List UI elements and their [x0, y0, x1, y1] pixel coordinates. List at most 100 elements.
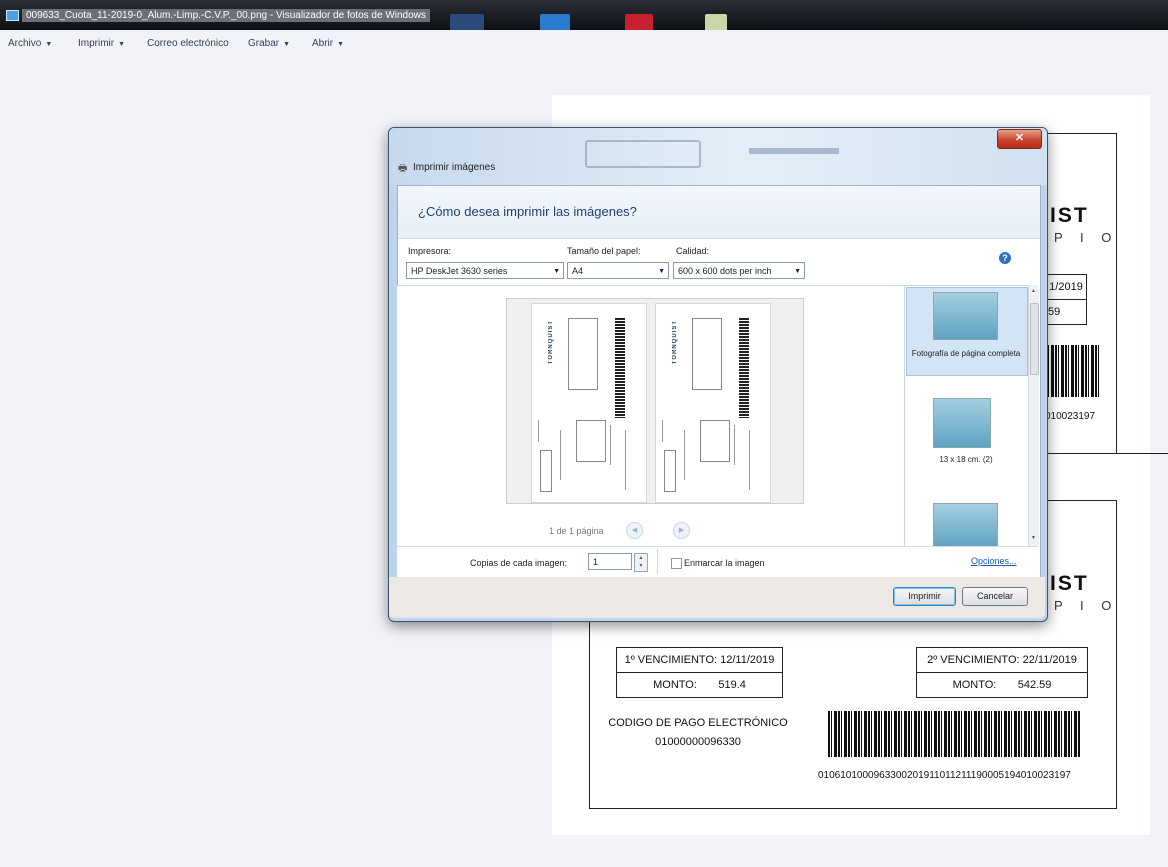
brand-subtext: P I O [1054, 230, 1119, 245]
preview-box [568, 318, 598, 390]
preview-text [610, 425, 611, 465]
copies-stepper[interactable]: ▲ ▼ [634, 553, 648, 572]
divider [1116, 500, 1117, 808]
menu-imprimir[interactable]: Imprimir ▼ [78, 38, 125, 49]
pago-code: 01000000096330 [655, 736, 741, 748]
vencimiento-2-row: 2º VENCIMIENTO: 22/11/2019 [927, 654, 1077, 666]
divider [1045, 500, 1117, 501]
preview-box [664, 450, 676, 492]
copies-label: Copias de cada imagen: [470, 558, 568, 568]
vencimiento-2-box: 2º VENCIMIENTO: 22/11/2019 MONTO: 542.59 [916, 647, 1088, 698]
copies-input[interactable]: 1 [588, 553, 632, 570]
preview-text [684, 430, 685, 480]
close-button[interactable]: ✕ [997, 129, 1042, 149]
chevron-down-icon: ▼ [118, 41, 126, 48]
stub-date: 1/2019 [1049, 281, 1083, 293]
printer-icon: 🖶 [398, 163, 408, 174]
paper-size-label: Tamaño del papel: [567, 246, 641, 256]
previous-page-button[interactable]: ◀ [626, 522, 643, 539]
preview-text [734, 425, 735, 465]
preview-box [540, 450, 552, 492]
taskbar-thumb[interactable] [450, 14, 484, 30]
preview-barcode [615, 318, 625, 418]
preview-box [692, 318, 722, 390]
scroll-up-icon[interactable]: ▲ [1031, 288, 1036, 294]
frame-label: Enmarcar la imagen [684, 558, 765, 568]
chevron-down-icon: ▼ [283, 41, 291, 48]
printer-select[interactable]: HP DeskJet 3630 series ▼ [406, 262, 564, 279]
chevron-down-icon: ▼ [553, 268, 560, 275]
vencimiento-1-box: 1º VENCIMIENTO: 12/11/2019 MONTO: 519.4 [616, 647, 783, 698]
barcode [1045, 345, 1099, 397]
background-ghost [585, 140, 701, 168]
preview-text [560, 430, 561, 480]
taskbar-thumb[interactable] [705, 14, 727, 30]
preview-box [576, 420, 606, 462]
preview-brand: TORNQUIST [548, 320, 554, 365]
help-icon[interactable]: ? [999, 252, 1011, 264]
dialog-title: Imprimir imágenes [413, 162, 496, 173]
frame-checkbox[interactable] [671, 558, 682, 569]
chevron-down-icon: ▼ [794, 268, 801, 275]
barcode [828, 711, 1080, 757]
menu-bar: Archivo ▼ Imprimir ▼ Correo electrónico Gr… [0, 30, 1168, 56]
chevron-down-icon: ▼ [45, 41, 53, 48]
layout-thumbnail-image [933, 503, 998, 548]
barcode-number: 0106101000963300201911011211190005194010… [818, 770, 1071, 781]
layout-thumbnail-image [933, 398, 991, 448]
divider [657, 549, 658, 575]
printer-label: Impresora: [408, 246, 452, 256]
quality-label: Calidad: [676, 246, 710, 256]
cancel-button[interactable]: Cancelar [962, 587, 1028, 606]
brand-text: IST [1050, 204, 1089, 227]
taskbar-thumb[interactable] [625, 14, 653, 30]
chevron-down-icon: ▼ [337, 41, 345, 48]
window-titlebar: 009633_Cuota_11-2019-0_Alum.-Limp.-C.V.P… [0, 0, 1168, 30]
divider [1045, 133, 1117, 134]
scroll-thumb[interactable] [1030, 303, 1039, 375]
preview-barcode [739, 318, 749, 418]
photo-viewer-icon [6, 10, 19, 21]
pago-label: CODIGO DE PAGO ELECTRÓNICO [608, 717, 788, 729]
preview-text [625, 430, 626, 490]
window-title: 009633_Cuota_11-2019-0_Alum.-Limp.-C.V.P… [22, 9, 430, 22]
divider [589, 808, 1117, 809]
preview-box [700, 420, 730, 462]
menu-archivo[interactable]: Archivo ▼ [8, 38, 52, 49]
monto-1-row: MONTO: 519.4 [617, 672, 782, 697]
dialog-titlebar: 🖶 Imprimir imágenes ✕ [389, 128, 1047, 185]
next-page-button[interactable]: ▶ [673, 522, 690, 539]
page-counter: 1 de 1 página [549, 526, 604, 536]
divider [1116, 133, 1117, 453]
divider [1045, 453, 1168, 454]
options-link[interactable]: Opciones... [971, 556, 1017, 566]
divider [589, 620, 590, 808]
layout-list-scrollbar[interactable]: ▲ ▼ [1028, 285, 1039, 546]
barcode-number: 010023197 [1045, 411, 1096, 422]
scroll-down-icon[interactable]: ▼ [1031, 535, 1036, 541]
menu-correo[interactable]: Correo electrónico [147, 38, 229, 49]
layout-13x18-label: 13 x 18 cm. (2) [939, 455, 993, 464]
menu-abrir[interactable]: Abrir ▼ [312, 38, 344, 49]
stub-venc-box: 1/2019 59 [1045, 274, 1087, 325]
layout-thumbnail-image [933, 292, 998, 340]
vencimiento-1-row: 1º VENCIMIENTO: 12/11/2019 [624, 654, 775, 666]
stub-amount: 59 [1046, 299, 1086, 324]
preview-brand: TORNQUIST [672, 320, 678, 365]
brand-text: IST [1050, 572, 1089, 595]
menu-grabar[interactable]: Grabar ▼ [248, 38, 290, 49]
taskbar-thumb[interactable] [540, 14, 570, 30]
quality-select[interactable]: 600 x 600 dots per inch ▼ [673, 262, 805, 279]
brand-subtext: P I O [1054, 598, 1119, 613]
monto-2-row: MONTO: 542.59 [917, 672, 1087, 697]
print-button[interactable]: Imprimir [893, 587, 956, 606]
chevron-down-icon: ▼ [658, 268, 665, 275]
layout-full-page-label: Fotografía de página completa [911, 349, 1021, 358]
dialog-heading: ¿Cómo desea imprimir las imágenes? [418, 204, 637, 219]
paper-size-select[interactable]: A4 ▼ [567, 262, 669, 279]
background-ghost [749, 148, 839, 154]
preview-text [538, 420, 539, 442]
preview-text [749, 430, 750, 490]
preview-text [662, 420, 663, 442]
heading-band: ¿Cómo desea imprimir las imágenes? [398, 186, 1040, 239]
